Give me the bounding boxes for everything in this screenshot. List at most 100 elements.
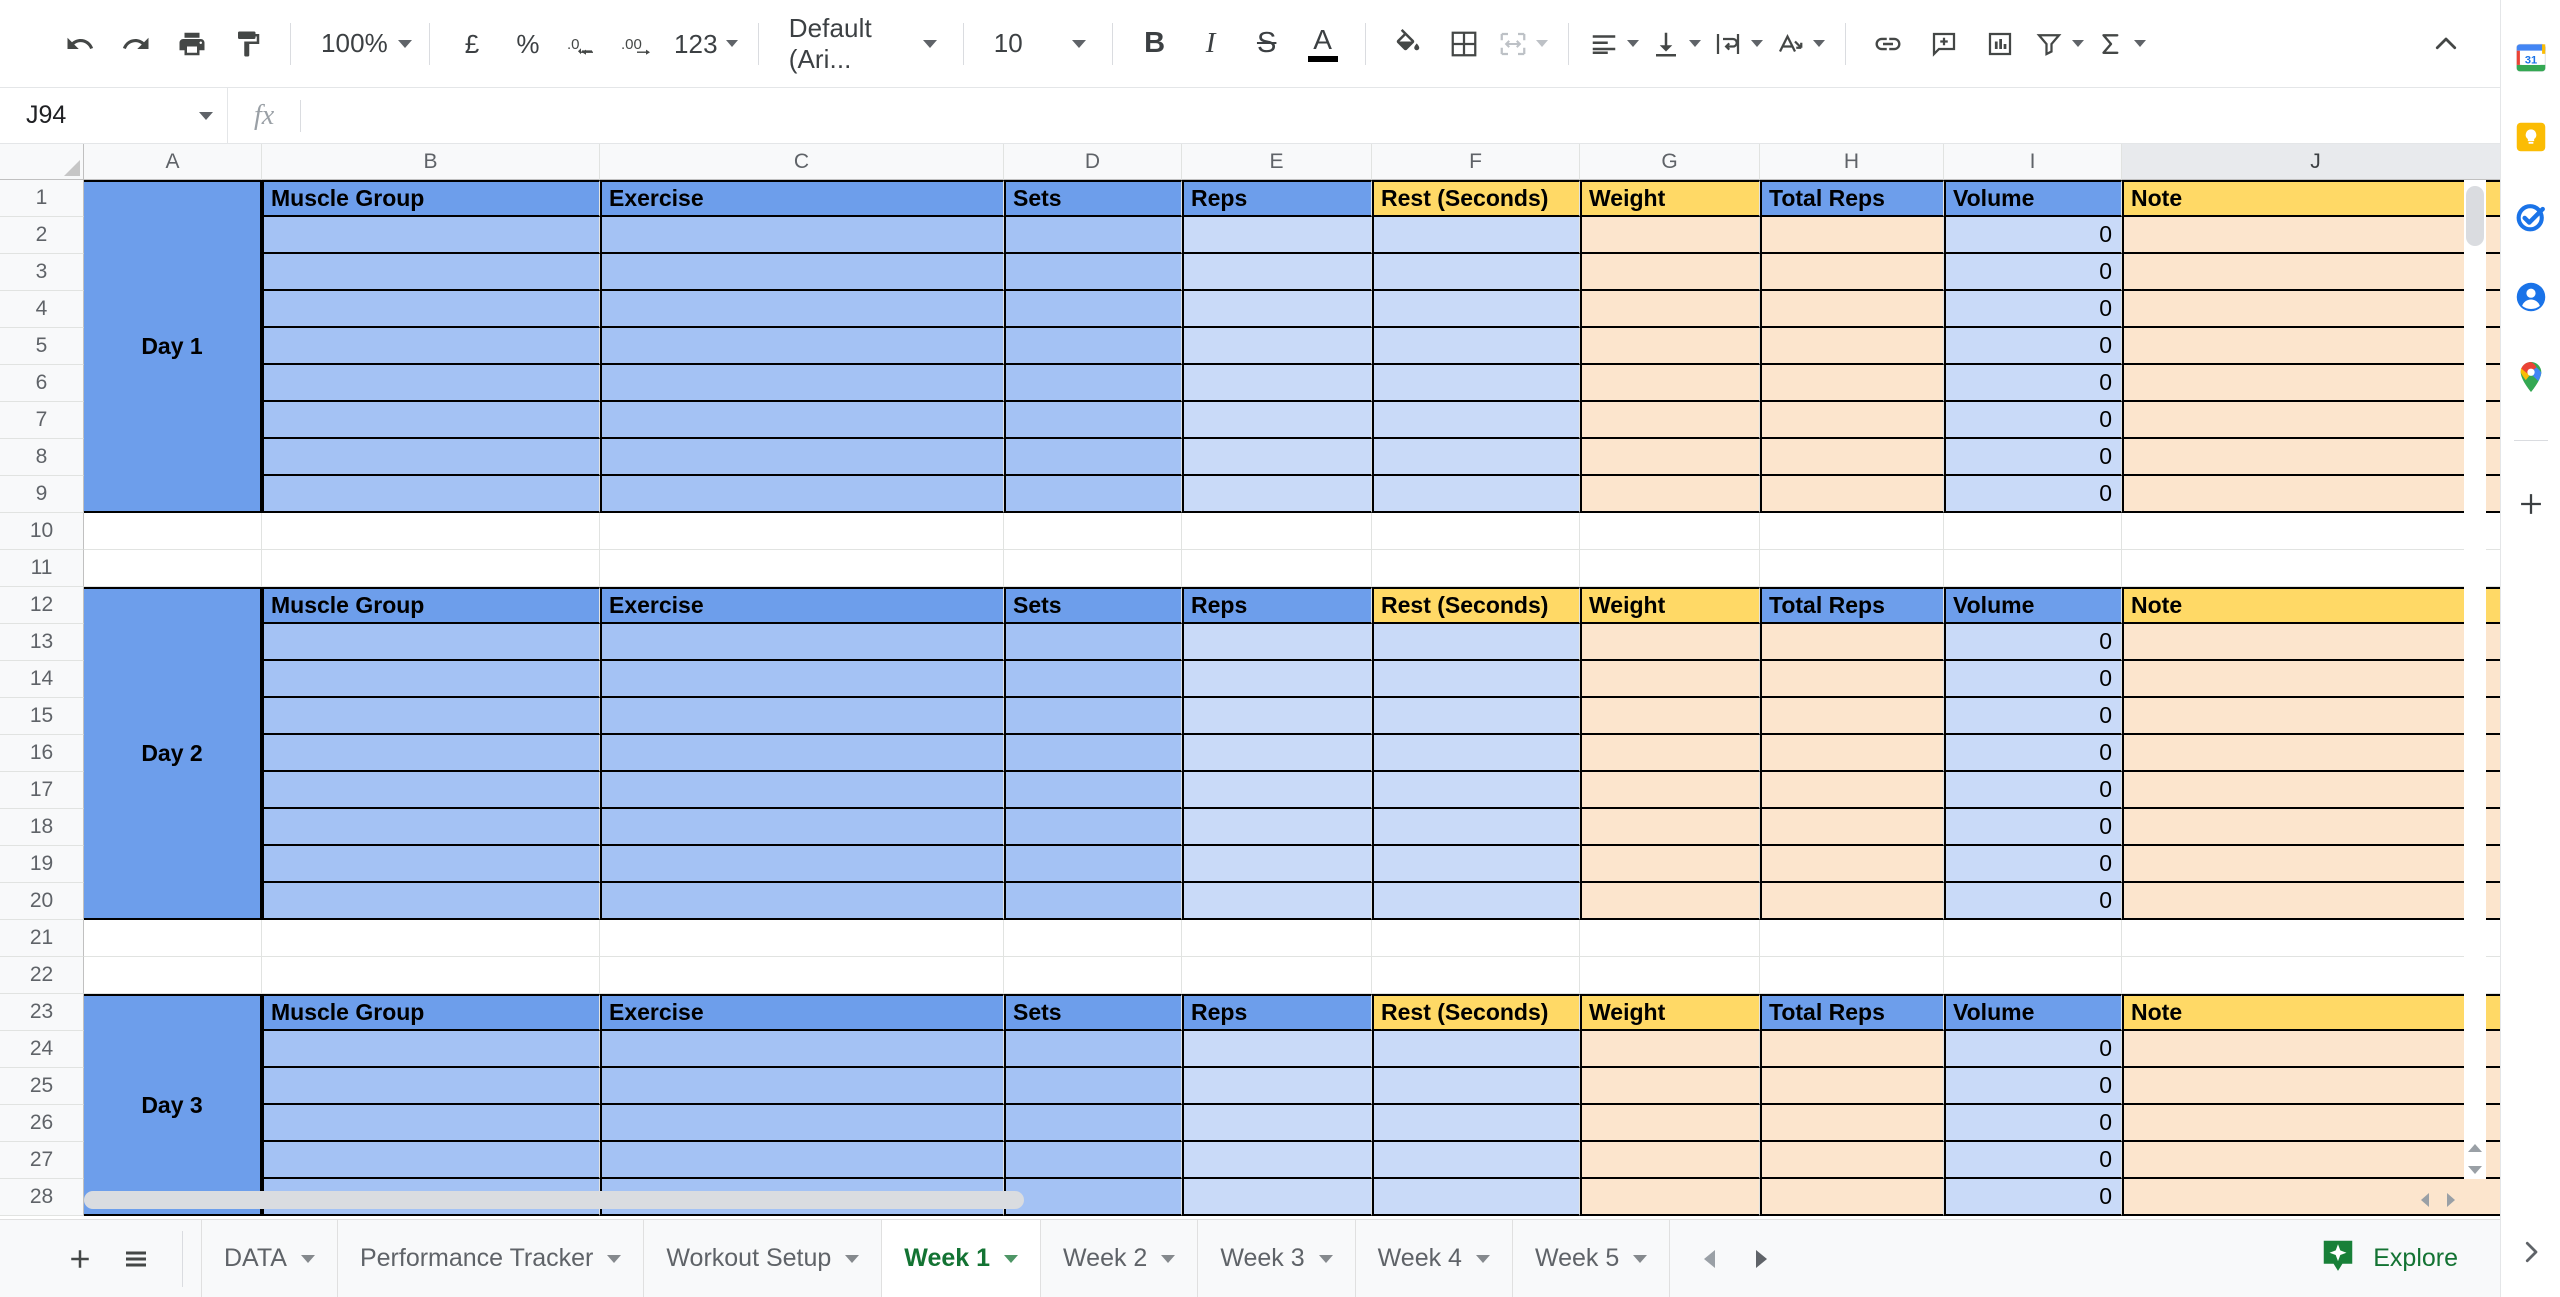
- cell-J15[interactable]: [2122, 698, 2500, 735]
- horizontal-align-button[interactable]: [1583, 16, 1645, 72]
- text-rotation-button[interactable]: [1769, 16, 1831, 72]
- cell-volume-16[interactable]: 0: [1944, 735, 2122, 772]
- header-cell-total-reps[interactable]: Total Reps: [1760, 587, 1944, 624]
- add-side-panel-app-button[interactable]: [2508, 481, 2554, 527]
- header-cell-rest-seconds-[interactable]: Rest (Seconds): [1372, 994, 1580, 1031]
- cell-volume-15[interactable]: 0: [1944, 698, 2122, 735]
- cell-E13[interactable]: [1182, 624, 1372, 661]
- cell-J22[interactable]: [2122, 957, 2500, 994]
- cell-J24[interactable]: [2122, 1031, 2500, 1068]
- all-sheets-button[interactable]: [108, 1231, 164, 1287]
- sheet-tab-week-5[interactable]: Week 5: [1513, 1219, 1671, 1297]
- row-header-8[interactable]: 8: [0, 439, 84, 476]
- cell-G21[interactable]: [1580, 920, 1760, 957]
- cell-B26[interactable]: [262, 1105, 600, 1142]
- cell-D2[interactable]: [1004, 217, 1182, 254]
- cell-volume-19[interactable]: 0: [1944, 846, 2122, 883]
- cell-E26[interactable]: [1182, 1105, 1372, 1142]
- cell-D10[interactable]: [1004, 513, 1182, 550]
- cell-J26[interactable]: [2122, 1105, 2500, 1142]
- font-size-selector[interactable]: 10: [978, 16, 1098, 72]
- cell-I22[interactable]: [1944, 957, 2122, 994]
- cell-D16[interactable]: [1004, 735, 1182, 772]
- cell-G7[interactable]: [1580, 402, 1760, 439]
- cell-E17[interactable]: [1182, 772, 1372, 809]
- cell-F22[interactable]: [1372, 957, 1580, 994]
- cell-B15[interactable]: [262, 698, 600, 735]
- cell-D11[interactable]: [1004, 550, 1182, 587]
- cell-G16[interactable]: [1580, 735, 1760, 772]
- header-cell-weight[interactable]: Weight: [1580, 180, 1760, 217]
- cell-G14[interactable]: [1580, 661, 1760, 698]
- row-header-12[interactable]: 12: [0, 587, 84, 624]
- cell-J8[interactable]: [2122, 439, 2500, 476]
- cell-B7[interactable]: [262, 402, 600, 439]
- cell-volume-3[interactable]: 0: [1944, 254, 2122, 291]
- cell-volume-5[interactable]: 0: [1944, 328, 2122, 365]
- cell-volume-2[interactable]: 0: [1944, 217, 2122, 254]
- cell-F16[interactable]: [1372, 735, 1580, 772]
- header-cell-volume[interactable]: Volume: [1944, 994, 2122, 1031]
- cell-C10[interactable]: [600, 513, 1004, 550]
- cell-G24[interactable]: [1580, 1031, 1760, 1068]
- cell-B21[interactable]: [262, 920, 600, 957]
- cell-volume-20[interactable]: 0: [1944, 883, 2122, 920]
- sheet-tab-week-1[interactable]: Week 1: [882, 1219, 1042, 1297]
- create-filter-button[interactable]: [2028, 16, 2090, 72]
- number-format-button[interactable]: 123: [668, 16, 744, 72]
- cell-J6[interactable]: [2122, 365, 2500, 402]
- cell-D9[interactable]: [1004, 476, 1182, 513]
- cell-D4[interactable]: [1004, 291, 1182, 328]
- sheet-tab-week-2[interactable]: Week 2: [1041, 1219, 1199, 1297]
- cell-D22[interactable]: [1004, 957, 1182, 994]
- cell-volume-26[interactable]: 0: [1944, 1105, 2122, 1142]
- cell-D3[interactable]: [1004, 254, 1182, 291]
- insert-link-button[interactable]: [1860, 16, 1916, 72]
- row-header-11[interactable]: 11: [0, 550, 84, 587]
- cell-E21[interactable]: [1182, 920, 1372, 957]
- text-wrapping-button[interactable]: [1707, 16, 1769, 72]
- cell-B22[interactable]: [262, 957, 600, 994]
- cell-H10[interactable]: [1760, 513, 1944, 550]
- column-header-c[interactable]: C: [600, 144, 1004, 180]
- cell-F9[interactable]: [1372, 476, 1580, 513]
- cell-G8[interactable]: [1580, 439, 1760, 476]
- cell-volume-4[interactable]: 0: [1944, 291, 2122, 328]
- cell-volume-17[interactable]: 0: [1944, 772, 2122, 809]
- cell-J11[interactable]: [2122, 550, 2500, 587]
- cell-B11[interactable]: [262, 550, 600, 587]
- scroll-right-button[interactable]: [2438, 1189, 2464, 1211]
- vertical-scrollbar[interactable]: [2464, 180, 2486, 1179]
- cell-F5[interactable]: [1372, 328, 1580, 365]
- chevron-down-icon[interactable]: [1318, 1254, 1333, 1263]
- column-header-i[interactable]: I: [1944, 144, 2122, 180]
- cell-G25[interactable]: [1580, 1068, 1760, 1105]
- cell-B16[interactable]: [262, 735, 600, 772]
- font-family-selector[interactable]: Default (Ari...: [773, 13, 949, 74]
- cell-H20[interactable]: [1760, 883, 1944, 920]
- cell-H27[interactable]: [1760, 1142, 1944, 1179]
- row-header-10[interactable]: 10: [0, 513, 84, 550]
- cell-F18[interactable]: [1372, 809, 1580, 846]
- header-cell-exercise[interactable]: Exercise: [600, 180, 1004, 217]
- cell-C5[interactable]: [600, 328, 1004, 365]
- row-header-14[interactable]: 14: [0, 661, 84, 698]
- cell-F19[interactable]: [1372, 846, 1580, 883]
- cell-D6[interactable]: [1004, 365, 1182, 402]
- sheet-tab-week-4[interactable]: Week 4: [1356, 1219, 1513, 1297]
- cell-E14[interactable]: [1182, 661, 1372, 698]
- row-header-25[interactable]: 25: [0, 1068, 84, 1105]
- cell-E24[interactable]: [1182, 1031, 1372, 1068]
- cell-G9[interactable]: [1580, 476, 1760, 513]
- header-cell-note[interactable]: Note: [2122, 587, 2500, 624]
- cell-J19[interactable]: [2122, 846, 2500, 883]
- column-header-f[interactable]: F: [1372, 144, 1580, 180]
- cell-H18[interactable]: [1760, 809, 1944, 846]
- cell-B4[interactable]: [262, 291, 600, 328]
- cell-B20[interactable]: [262, 883, 600, 920]
- cell-F11[interactable]: [1372, 550, 1580, 587]
- cell-H11[interactable]: [1760, 550, 1944, 587]
- row-header-9[interactable]: 9: [0, 476, 84, 513]
- cell-F27[interactable]: [1372, 1142, 1580, 1179]
- cell-C21[interactable]: [600, 920, 1004, 957]
